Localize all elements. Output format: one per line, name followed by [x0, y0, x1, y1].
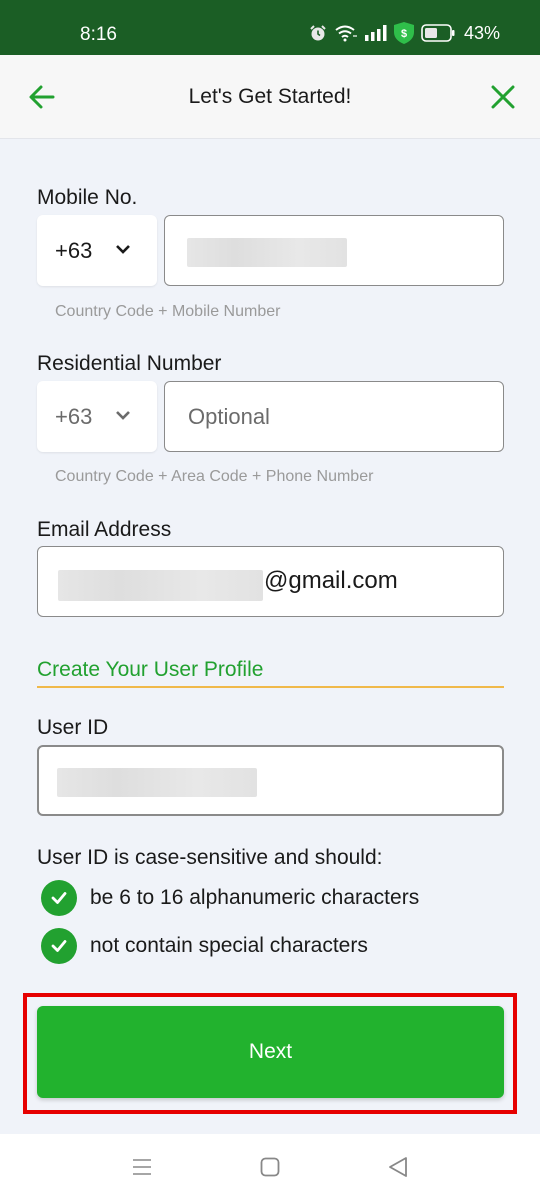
close-icon: [491, 85, 515, 109]
email-input[interactable]: @gmail.com: [37, 546, 504, 617]
back-triangle-icon: [389, 1157, 407, 1177]
app-bar: Let's Get Started!: [0, 55, 540, 139]
residential-placeholder: Optional: [188, 404, 270, 429]
check-circle-icon: [41, 880, 77, 916]
close-button[interactable]: [488, 82, 518, 112]
menu-button[interactable]: [130, 1155, 154, 1179]
status-bar: 8:16 $ 43%: [0, 0, 540, 55]
home-button[interactable]: [258, 1155, 282, 1179]
section-title: Create Your User Profile: [37, 658, 264, 681]
chevron-down-icon: [116, 411, 130, 420]
wifi-icon: [335, 25, 357, 42]
status-time: 8:16: [80, 24, 117, 45]
status-icons: $ 43%: [309, 22, 500, 44]
mobile-country-code-select[interactable]: +63: [37, 215, 157, 286]
mobile-helper-text: Country Code + Mobile Number: [55, 303, 281, 320]
user-id-label: User ID: [37, 716, 109, 739]
back-nav-button[interactable]: [386, 1155, 410, 1179]
email-suffix: @gmail.com: [264, 567, 398, 594]
check-circle-icon: [41, 928, 77, 964]
rule-text: not contain special characters: [90, 934, 368, 957]
svg-text:$: $: [401, 28, 407, 40]
residential-country-code-select[interactable]: +63: [37, 381, 157, 452]
signal-icon: [364, 25, 387, 41]
section-divider: [37, 686, 504, 688]
residential-label: Residential Number: [37, 352, 222, 375]
mobile-label: Mobile No.: [37, 186, 138, 209]
home-icon: [260, 1157, 280, 1177]
redacted-value: [58, 570, 263, 601]
user-id-input[interactable]: [37, 745, 504, 816]
battery-icon: [421, 24, 455, 42]
page-title: Let's Get Started!: [188, 85, 352, 108]
system-nav-bar: [0, 1134, 540, 1200]
shield-dollar-icon: $: [393, 22, 414, 44]
menu-icon: [133, 1159, 151, 1175]
alarm-icon: [310, 25, 326, 41]
user-id-rules-intro: User ID is case-sensitive and should:: [37, 846, 383, 869]
rule-text: be 6 to 16 alphanumeric characters: [90, 886, 420, 909]
residential-helper-text: Country Code + Area Code + Phone Number: [55, 468, 374, 485]
redacted-value: [187, 238, 347, 267]
next-button[interactable]: Next: [37, 1006, 504, 1098]
residential-country-code: +63: [55, 403, 93, 429]
rule-item: be 6 to 16 alphanumeric characters: [41, 880, 419, 916]
rule-item: not contain special characters: [41, 928, 368, 964]
email-label: Email Address: [37, 518, 172, 541]
residential-number-input[interactable]: Optional: [164, 381, 504, 452]
chevron-down-icon: [116, 245, 130, 254]
mobile-number-input[interactable]: [164, 215, 504, 286]
mobile-country-code: +63: [55, 237, 93, 263]
redacted-value: [57, 768, 257, 797]
battery-percent: 43%: [463, 22, 500, 43]
